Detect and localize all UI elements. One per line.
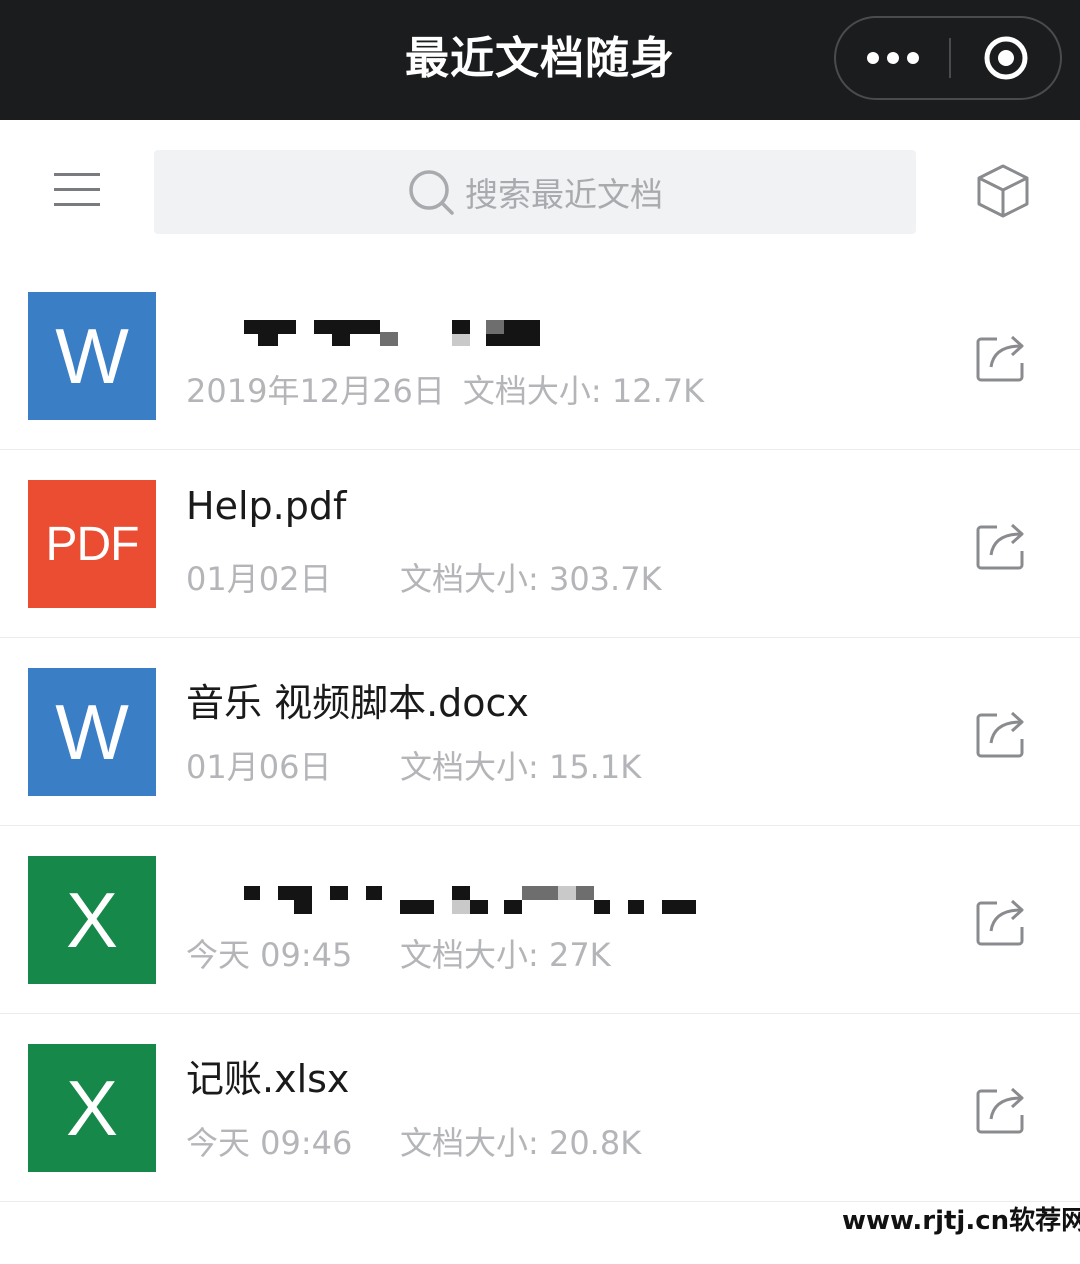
- pdf-file-icon: PDF: [28, 480, 156, 608]
- word-file-icon: W: [28, 292, 156, 420]
- file-size: 文档大小: 27K: [400, 936, 611, 974]
- file-meta: 2019年12月26日 文档大小: 12.7K: [186, 366, 704, 412]
- redacted-file-name: [186, 312, 726, 352]
- share-icon[interactable]: [972, 326, 1032, 386]
- file-date: 01月06日: [186, 748, 332, 786]
- file-name: 记账.xlsx: [186, 1057, 350, 1101]
- file-list: W 2019年12月26日 文档大小: 12.7K PDF Help.pdf 0…: [0, 262, 1080, 1202]
- mini-program-capsule: [834, 16, 1062, 100]
- excel-file-icon: X: [28, 1044, 156, 1172]
- word-file-icon: W: [28, 668, 156, 796]
- file-row[interactable]: X 今天 09:45 文档大小: 27K: [0, 826, 1080, 1014]
- search-input[interactable]: 搜索最近文档: [154, 150, 916, 234]
- file-date: 今天 09:46: [186, 1124, 353, 1162]
- watermark: www.rjtj.cn软荐网: [842, 1206, 1080, 1236]
- file-date: 今天 09:45: [186, 936, 353, 974]
- file-size: 文档大小: 303.7K: [400, 560, 662, 598]
- redacted-file-name: [186, 876, 726, 916]
- file-name: Help.pdf: [186, 484, 347, 528]
- file-size: 文档大小: 12.7K: [462, 372, 705, 410]
- file-name: 音乐 视频脚本.docx: [186, 681, 529, 725]
- file-row[interactable]: X 记账.xlsx 今天 09:46 文档大小: 20.8K: [0, 1014, 1080, 1202]
- file-date: 2019年12月26日: [186, 372, 445, 410]
- file-row[interactable]: PDF Help.pdf 01月02日 文档大小: 303.7K: [0, 450, 1080, 638]
- hamburger-menu-icon[interactable]: [50, 168, 104, 212]
- share-icon[interactable]: [972, 702, 1032, 762]
- cube-icon[interactable]: [970, 160, 1036, 222]
- search-placeholder: 搜索最近文档: [465, 175, 663, 214]
- target-circle-icon[interactable]: [950, 18, 1062, 98]
- file-date: 01月02日: [186, 560, 332, 598]
- file-row[interactable]: W 2019年12月26日 文档大小: 12.7K: [0, 262, 1080, 450]
- share-icon[interactable]: [972, 514, 1032, 574]
- top-bar: 最近文档随身: [0, 0, 1080, 120]
- file-row[interactable]: W 音乐 视频脚本.docx 01月06日 文档大小: 15.1K: [0, 638, 1080, 826]
- file-size: 文档大小: 15.1K: [400, 748, 642, 786]
- more-dots-icon[interactable]: [836, 18, 950, 98]
- excel-file-icon: X: [28, 856, 156, 984]
- share-icon[interactable]: [972, 890, 1032, 950]
- toolbar: 搜索最近文档: [0, 120, 1080, 260]
- file-size: 文档大小: 20.8K: [400, 1124, 642, 1162]
- share-icon[interactable]: [972, 1078, 1032, 1138]
- search-icon: [409, 170, 454, 215]
